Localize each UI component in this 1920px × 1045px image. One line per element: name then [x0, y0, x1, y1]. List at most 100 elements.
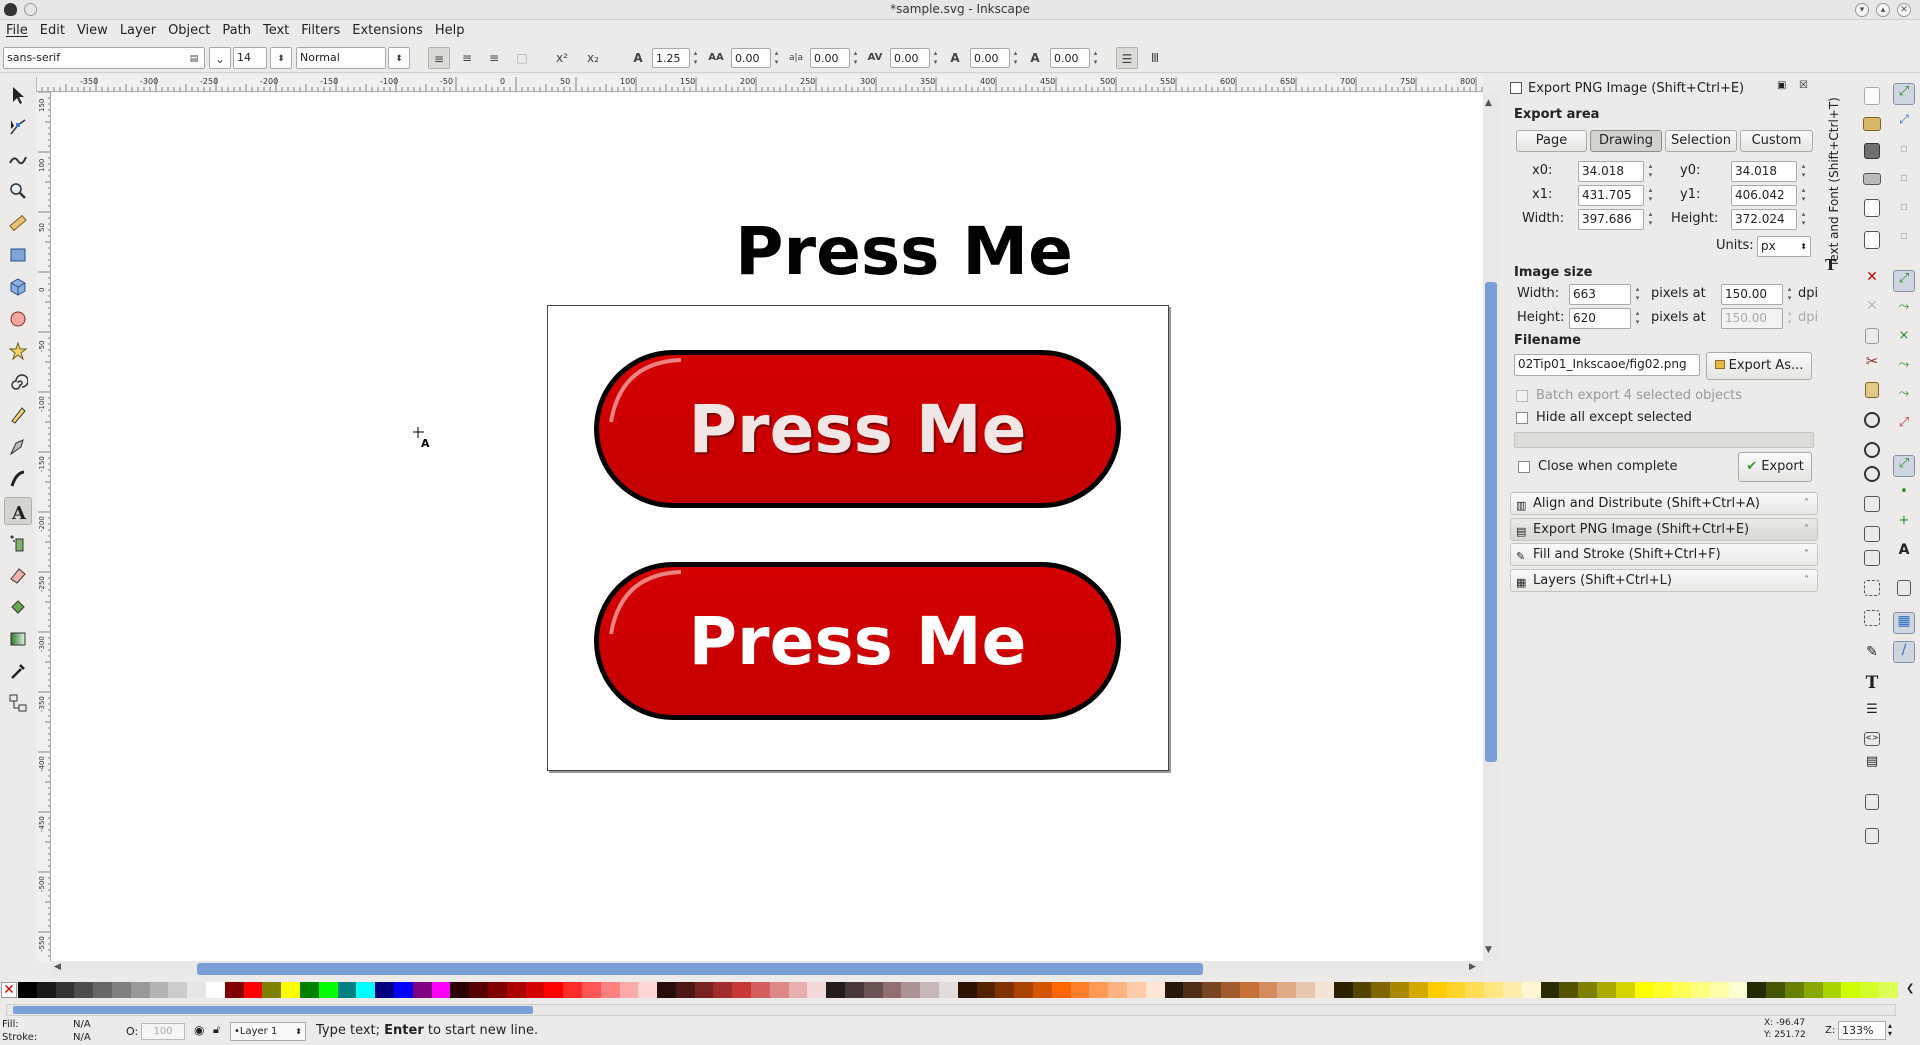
color-swatch[interactable]	[1446, 982, 1466, 998]
area-selection-button[interactable]: Selection	[1665, 130, 1737, 152]
color-swatch[interactable]	[1672, 982, 1691, 998]
align-center-icon[interactable]: ≡	[456, 47, 478, 69]
measure-tool-icon[interactable]	[4, 209, 32, 237]
close-button[interactable]: ✕	[1897, 3, 1911, 17]
color-swatch[interactable]	[1352, 982, 1372, 998]
selector-tool-icon[interactable]	[4, 81, 32, 109]
snap-cusp-nodes-icon[interactable]: ⤳	[1893, 357, 1915, 379]
color-swatch[interactable]	[431, 982, 451, 998]
color-swatch[interactable]	[1239, 982, 1259, 998]
color-swatch[interactable]	[845, 982, 864, 998]
color-swatch[interactable]	[1202, 982, 1221, 998]
scroll-right-arrow[interactable]: ▶	[1469, 962, 1476, 972]
color-swatch[interactable]	[957, 982, 977, 998]
panel-fill-stroke[interactable]: ✎ Fill and Stroke (Shift+Ctrl+F) ˄	[1510, 543, 1818, 566]
color-swatch[interactable]	[1296, 982, 1315, 998]
color-swatch[interactable]	[1634, 982, 1654, 998]
pencil-tool-icon[interactable]	[4, 401, 32, 429]
palette-scrollbar[interactable]	[6, 1004, 1896, 1016]
text-dialog-icon[interactable]: T	[1861, 673, 1883, 695]
color-swatch[interactable]	[1127, 982, 1146, 998]
color-swatch[interactable]	[393, 982, 413, 998]
color-swatch[interactable]	[1841, 982, 1861, 998]
vertical-ruler[interactable]: 150 100 50 0 -50 -100 -150 -200 -250 -300 -350 -400…	[36, 92, 51, 961]
paste-icon[interactable]	[1865, 382, 1879, 398]
x0-spinner[interactable]: ▴ ▾	[1646, 162, 1655, 182]
palette-swatches[interactable]	[18, 982, 1900, 998]
x0-input[interactable]: 34.018	[1578, 161, 1644, 182]
color-swatch[interactable]	[1578, 982, 1597, 998]
hide-except-selected-checkbox[interactable]	[1516, 412, 1528, 424]
spray-tool-icon[interactable]	[4, 529, 32, 557]
layer-select[interactable]: •Layer 1 ⬍	[230, 1022, 306, 1041]
color-swatch[interactable]	[1878, 982, 1898, 998]
button-top-label[interactable]: Press Me	[594, 392, 1121, 468]
panel-layers[interactable]: ▦ Layers (Shift+Ctrl+L) ˄	[1510, 569, 1818, 592]
color-swatch[interactable]	[920, 982, 940, 998]
font-style-select[interactable]: Normal	[296, 47, 386, 69]
text-font-vertical-tab[interactable]: Text and Font (Shift+Ctrl+T) T	[1822, 80, 1842, 280]
scroll-left-arrow[interactable]: ◀	[54, 962, 61, 972]
menu-object[interactable]: Object	[162, 20, 216, 42]
color-swatch[interactable]	[281, 982, 300, 998]
minimize-button[interactable]: ▾	[1855, 3, 1869, 17]
align-dialog-icon[interactable]: ▤	[1861, 754, 1883, 776]
word-spacing-spinner[interactable]: ▴ ▾	[851, 49, 860, 69]
panel-export-png[interactable]: ▤ Export PNG Image (Shift+Ctrl+E) ˄	[1510, 518, 1818, 541]
color-swatch[interactable]	[1014, 982, 1034, 998]
menu-view[interactable]: View	[71, 20, 114, 42]
text-tool-icon[interactable]: A	[4, 497, 32, 525]
no-paint-swatch[interactable]: ✕	[1, 982, 17, 998]
color-swatch[interactable]	[1465, 982, 1485, 998]
color-swatch[interactable]	[1559, 982, 1579, 998]
color-swatch[interactable]	[694, 982, 714, 998]
color-swatch[interactable]	[487, 982, 507, 998]
color-swatch[interactable]	[224, 982, 244, 998]
dock-close-button[interactable]: ☒	[1799, 80, 1808, 91]
line-spacing-spinner[interactable]: ▴ ▾	[691, 49, 700, 69]
width-input[interactable]: 397.686	[1578, 209, 1644, 230]
color-swatch[interactable]	[619, 982, 639, 998]
color-swatch[interactable]	[93, 982, 112, 998]
snap-object-center-icon[interactable]: •	[1893, 484, 1915, 506]
image-height-input[interactable]: 620	[1569, 308, 1631, 329]
color-swatch[interactable]	[939, 982, 958, 998]
horizontal-ruler[interactable]: -350 -300 -250 -200 -150 -100 -50 0 50 100 150 200 2…	[36, 75, 1483, 92]
eraser-tool-icon[interactable]	[4, 561, 32, 589]
snap-bbox-corner-icon[interactable]: ▫	[1893, 170, 1915, 192]
color-swatch[interactable]	[1408, 982, 1428, 998]
menu-path[interactable]: Path	[216, 20, 257, 42]
color-swatch[interactable]	[732, 982, 752, 998]
zoom-drawing-icon[interactable]	[1864, 442, 1880, 458]
palette-scroll-thumb[interactable]	[13, 1006, 533, 1014]
menu-layer[interactable]: Layer	[114, 20, 162, 42]
area-drawing-button[interactable]: Drawing	[1590, 130, 1662, 152]
opacity-input[interactable]: 100	[141, 1023, 185, 1040]
y1-input[interactable]: 406.042	[1731, 185, 1797, 206]
align-right-icon[interactable]: ≡	[483, 47, 505, 69]
color-swatch[interactable]	[1427, 982, 1447, 998]
vertical-text-icon[interactable]: Ⅲ	[1144, 47, 1166, 69]
color-swatch[interactable]	[1803, 982, 1823, 998]
stroke-value[interactable]: N/A	[73, 1032, 91, 1043]
image-height-spinner[interactable]: ▴ ▾	[1633, 309, 1642, 329]
print-icon[interactable]	[1863, 173, 1881, 185]
color-swatch[interactable]	[1390, 982, 1409, 998]
paint-bucket-tool-icon[interactable]	[4, 593, 32, 621]
color-swatch[interactable]	[1314, 982, 1334, 998]
maximize-button[interactable]: ▴	[1876, 3, 1890, 17]
color-swatch[interactable]	[1371, 982, 1391, 998]
color-swatch[interactable]	[1277, 982, 1297, 998]
color-swatch[interactable]	[713, 982, 733, 998]
color-swatch[interactable]	[375, 982, 394, 998]
color-swatch[interactable]	[1333, 982, 1353, 998]
color-swatch[interactable]	[563, 982, 582, 998]
rotation-input[interactable]: 0.00	[1050, 48, 1090, 68]
font-size-input[interactable]: 14	[233, 47, 267, 69]
group-icon[interactable]	[1864, 580, 1880, 596]
color-swatch[interactable]	[751, 982, 770, 998]
export-as-button[interactable]: Export As...	[1706, 352, 1812, 380]
snap-rotation-center-icon[interactable]: +	[1893, 513, 1915, 535]
color-swatch[interactable]	[1183, 982, 1203, 998]
color-swatch[interactable]	[74, 982, 94, 998]
